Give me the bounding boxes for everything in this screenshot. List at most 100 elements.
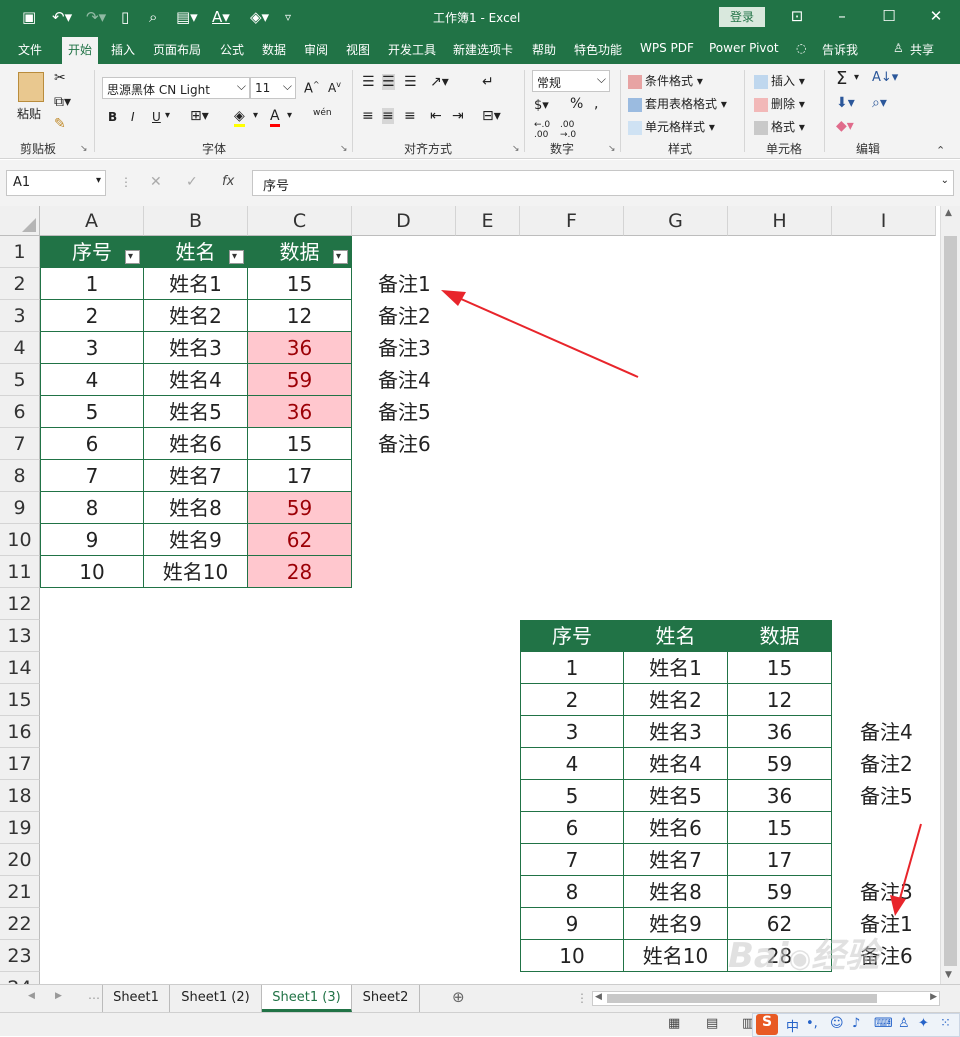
tab-insert[interactable]: 插入 bbox=[111, 41, 135, 58]
number-format-select[interactable]: 常规 ⌵ bbox=[532, 70, 610, 92]
close-icon[interactable]: ✕ bbox=[926, 7, 946, 25]
paste-special-icon[interactable]: ▤▾ bbox=[176, 8, 198, 26]
comma-style-icon[interactable]: , bbox=[594, 96, 598, 112]
prev-sheet-icon[interactable]: ◀ bbox=[28, 991, 35, 1001]
sheet-tab-sheet1-3[interactable]: Sheet1 (3) bbox=[262, 985, 352, 1012]
more-sheets-icon[interactable]: ⋯ bbox=[88, 991, 100, 1005]
name-box[interactable]: A1 ▾ bbox=[6, 170, 106, 196]
align-center-icon[interactable]: ≡ bbox=[382, 108, 394, 124]
underline-dropdown-icon[interactable]: ▾ bbox=[165, 110, 170, 121]
h-scroll-thumb[interactable] bbox=[607, 994, 877, 1003]
autosum-icon[interactable]: Σ bbox=[836, 68, 847, 89]
sheet-tab-sheet2[interactable]: Sheet2 bbox=[352, 985, 420, 1012]
ime-keyboard-icon[interactable]: ⌨ bbox=[874, 1016, 893, 1031]
align-top-icon[interactable]: ☰ bbox=[362, 74, 375, 90]
find-select-icon[interactable]: ⌕▾ bbox=[872, 95, 887, 111]
paste-button[interactable]: 粘贴 bbox=[17, 105, 41, 122]
scroll-thumb[interactable] bbox=[944, 236, 957, 966]
normal-view-icon[interactable]: ▦ bbox=[668, 1016, 680, 1031]
tab-new[interactable]: 新建选项卡 bbox=[453, 41, 513, 58]
cut-icon[interactable]: ✂ bbox=[54, 70, 66, 86]
copy-icon[interactable]: ⧉▾ bbox=[54, 94, 71, 110]
minimize-icon[interactable]: – bbox=[832, 7, 852, 25]
font-name-select[interactable]: 思源黑体 CN Light ⌵ bbox=[102, 77, 250, 99]
worksheet-grid[interactable]: ABCDEFGHI 1 2 3 4 5 6 7 8 9 10 11 12 13 14 15 16 17 18 19 2… bbox=[0, 206, 960, 984]
redo-icon[interactable]: ↷▾ bbox=[86, 8, 106, 26]
font-color-icon[interactable]: A▾ bbox=[212, 8, 230, 26]
wrap-text-icon[interactable]: ↵ bbox=[482, 74, 494, 90]
decrease-indent-icon[interactable]: ⇤ bbox=[430, 108, 442, 124]
percent-icon[interactable]: % bbox=[570, 96, 583, 112]
cancel-entry-icon[interactable]: ✕ bbox=[150, 174, 162, 190]
share-button[interactable]: 共享 bbox=[910, 41, 934, 58]
ime-user-icon[interactable]: ♙ bbox=[898, 1016, 910, 1031]
scroll-left-icon[interactable]: ◀ bbox=[595, 992, 602, 1002]
sheet-tab-sheet1-2[interactable]: Sheet1 (2) bbox=[170, 985, 262, 1012]
font-launcher-icon[interactable]: ↘ bbox=[340, 144, 348, 154]
align-left-icon[interactable]: ≡ bbox=[362, 108, 374, 124]
share-icon[interactable]: ♙ bbox=[893, 41, 904, 55]
ime-skin-icon[interactable]: ✦ bbox=[918, 1016, 929, 1031]
tab-view[interactable]: 视图 bbox=[346, 41, 370, 58]
tab-review[interactable]: 审阅 bbox=[304, 41, 328, 58]
increase-font-icon[interactable]: A^ bbox=[304, 80, 320, 96]
fill-color-dropdown-icon[interactable]: ▾ bbox=[253, 110, 258, 121]
tab-splitter-icon[interactable]: ⋮ bbox=[576, 991, 588, 1005]
decrease-decimal-icon[interactable]: .00 →.0 bbox=[560, 120, 576, 140]
collapse-ribbon-icon[interactable]: ⌃ bbox=[936, 144, 945, 157]
scroll-right-icon[interactable]: ▶ bbox=[930, 992, 937, 1002]
login-button[interactable]: 登录 bbox=[719, 7, 765, 27]
horizontal-scrollbar[interactable]: ◀ ▶ bbox=[592, 991, 940, 1006]
tab-page-layout[interactable]: 页面布局 bbox=[153, 41, 201, 58]
orientation-icon[interactable]: ↗▾ bbox=[430, 74, 449, 90]
font-size-select[interactable]: 11 ⌵ bbox=[250, 77, 296, 99]
font-color-dropdown-icon[interactable]: ▾ bbox=[287, 110, 292, 121]
confirm-entry-icon[interactable]: ✓ bbox=[186, 174, 198, 190]
next-sheet-icon[interactable]: ▶ bbox=[55, 991, 62, 1001]
tell-me[interactable]: 告诉我 bbox=[822, 41, 858, 58]
add-sheet-icon[interactable]: ⊕ bbox=[452, 988, 465, 1006]
conditional-format-button[interactable]: 条件格式 ▾ bbox=[628, 72, 703, 89]
tab-data[interactable]: 数据 bbox=[262, 41, 286, 58]
customize-qat-icon[interactable]: ▿ bbox=[285, 8, 291, 26]
format-cells-button[interactable]: 格式 ▾ bbox=[754, 118, 805, 135]
fill-icon[interactable]: ◈▾ bbox=[250, 8, 269, 26]
fill-color-icon[interactable]: ◈ bbox=[234, 108, 245, 127]
border-icon[interactable]: ⊞▾ bbox=[190, 108, 209, 124]
fill-down-icon[interactable]: ⬇▾ bbox=[836, 95, 855, 111]
italic-button[interactable]: I bbox=[131, 110, 135, 124]
font-color-icon[interactable]: A bbox=[270, 108, 280, 127]
increase-indent-icon[interactable]: ⇥ bbox=[452, 108, 464, 124]
paste-icon[interactable] bbox=[18, 72, 44, 102]
tab-help[interactable]: 帮助 bbox=[532, 41, 556, 58]
alignment-launcher-icon[interactable]: ↘ bbox=[512, 144, 520, 154]
insert-cells-button[interactable]: 插入 ▾ bbox=[754, 72, 805, 89]
scroll-up-icon[interactable]: ▲ bbox=[945, 208, 952, 218]
ime-chinese-icon[interactable]: 中 bbox=[786, 1016, 799, 1035]
ime-voice-icon[interactable]: ♪ bbox=[852, 1016, 860, 1031]
sogou-icon[interactable]: S bbox=[756, 1014, 778, 1035]
save-icon[interactable]: ▣ bbox=[22, 8, 36, 26]
ribbon-display-icon[interactable]: ⊡ bbox=[787, 7, 807, 25]
cell-styles-button[interactable]: 单元格样式 ▾ bbox=[628, 118, 715, 135]
number-launcher-icon[interactable]: ↘ bbox=[608, 144, 616, 154]
delete-cells-button[interactable]: 删除 ▾ bbox=[754, 95, 805, 112]
phonetic-button[interactable]: wén bbox=[313, 108, 332, 118]
maximize-icon[interactable]: ☐ bbox=[879, 7, 899, 25]
tab-power-pivot[interactable]: Power Pivot bbox=[709, 41, 779, 55]
undo-icon[interactable]: ↶▾ bbox=[52, 8, 72, 26]
underline-button[interactable]: U bbox=[152, 110, 161, 124]
sheet-tab-sheet1[interactable]: Sheet1 bbox=[102, 985, 170, 1012]
print-preview-icon[interactable]: ⌕ bbox=[149, 8, 157, 26]
scroll-down-icon[interactable]: ▼ bbox=[945, 970, 952, 980]
align-middle-icon[interactable]: ☰ bbox=[382, 74, 395, 90]
tab-home[interactable]: 开始 bbox=[62, 37, 99, 64]
tab-developer[interactable]: 开发工具 bbox=[388, 41, 436, 58]
clear-icon[interactable]: ◆▾ bbox=[836, 118, 854, 134]
page-layout-view-icon[interactable]: ▤ bbox=[706, 1016, 718, 1031]
decrease-font-icon[interactable]: Av bbox=[328, 80, 341, 95]
align-right-icon[interactable]: ≡ bbox=[404, 108, 416, 124]
ime-emoji-icon[interactable]: ☺ bbox=[830, 1016, 844, 1031]
merge-center-icon[interactable]: ⊟▾ bbox=[482, 108, 501, 124]
tab-features[interactable]: 特色功能 bbox=[574, 41, 622, 58]
